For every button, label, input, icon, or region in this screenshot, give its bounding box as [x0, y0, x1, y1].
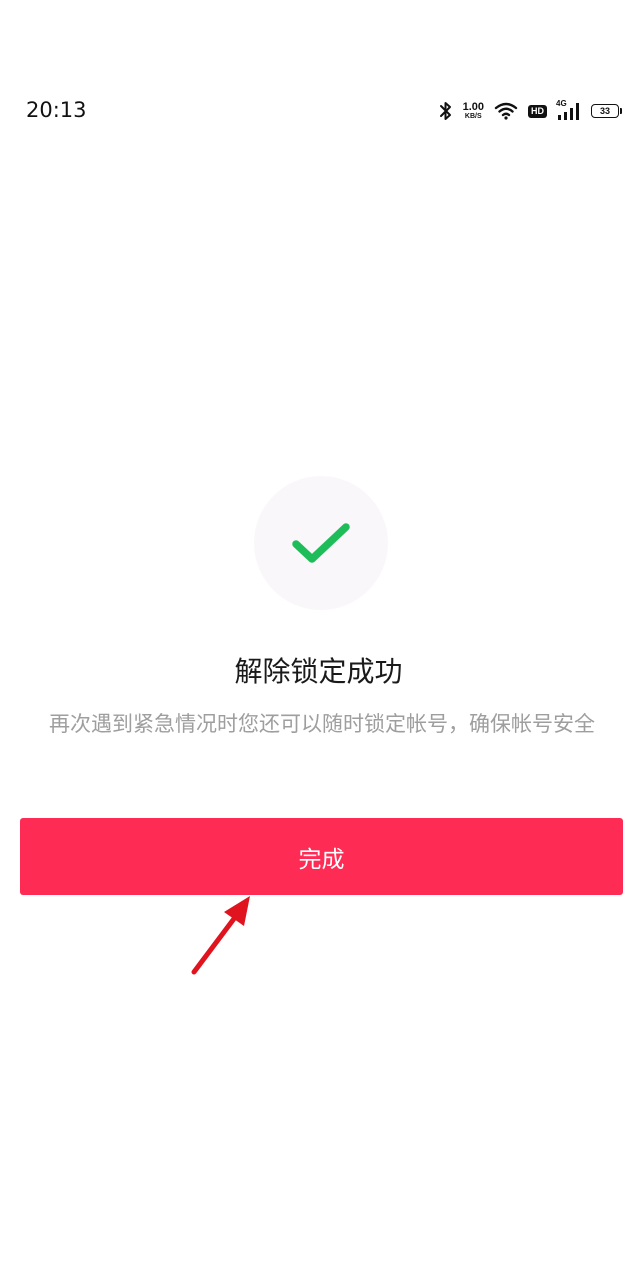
- cellular-signal-icon: 4G: [556, 99, 581, 120]
- checkmark-icon: [292, 523, 350, 563]
- wifi-icon: [494, 102, 518, 120]
- battery-level: 33: [599, 106, 610, 116]
- bluetooth-icon: [439, 102, 451, 120]
- done-button[interactable]: 完成: [20, 818, 623, 895]
- result-title: 解除锁定成功: [234, 655, 403, 688]
- status-bar: 20:13 1.00 KB/S HD 4G 33: [0, 90, 637, 134]
- success-badge: [254, 476, 388, 610]
- hd-badge: HD: [528, 104, 547, 118]
- net-speed-unit: KB/S: [464, 113, 482, 120]
- battery-icon: 33: [591, 104, 622, 118]
- net-speed-indicator: 1.00 KB/S: [462, 101, 484, 121]
- network-type-label: 4G: [556, 99, 567, 108]
- net-speed-value: 1.00: [462, 101, 484, 113]
- status-icons: 1.00 KB/S HD 4G 33: [439, 98, 622, 124]
- result-description: 再次遇到紧急情况时您还可以随时锁定帐号，确保帐号安全: [49, 712, 595, 736]
- status-time: 20:13: [26, 98, 87, 122]
- annotation-arrow-icon: [191, 896, 250, 975]
